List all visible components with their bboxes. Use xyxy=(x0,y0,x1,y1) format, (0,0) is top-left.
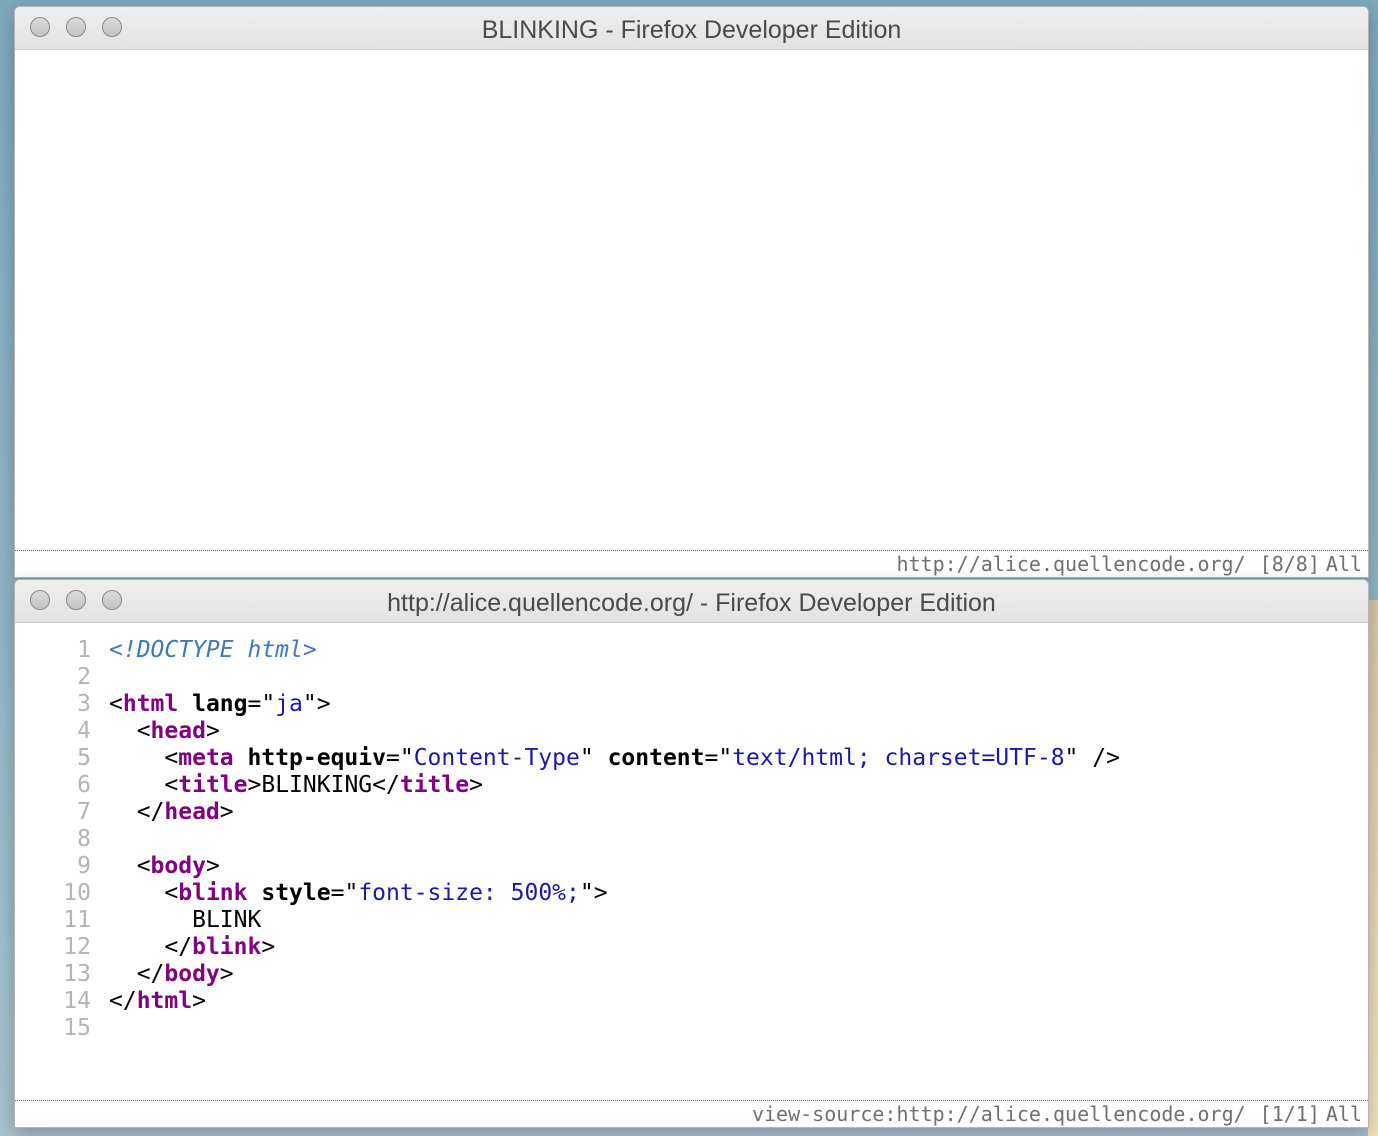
status-scroll: All xyxy=(1325,552,1362,576)
tag-name: meta xyxy=(178,745,234,771)
source-line: 10 <blink style="font-size: 500%;"> xyxy=(15,880,1120,907)
status-scroll: All xyxy=(1325,1102,1362,1126)
tag-name: head xyxy=(164,799,220,825)
attr-value: font-size: 500%; xyxy=(358,880,580,906)
tag-name: body xyxy=(164,961,220,987)
window-title: http://alice.quellencode.org/ - Firefox … xyxy=(387,589,996,617)
source-line: 11 BLINK xyxy=(15,907,1120,934)
title-bar[interactable]: http://alice.quellencode.org/ - Firefox … xyxy=(15,580,1368,623)
browser-window-page[interactable]: BLINKING - Firefox Developer Edition htt… xyxy=(14,6,1369,578)
source-line: 3 <html lang="ja"> xyxy=(15,691,1120,718)
browser-window-source[interactable]: http://alice.quellencode.org/ - Firefox … xyxy=(14,579,1369,1128)
line-number: 9 xyxy=(77,853,91,879)
tag-name: blink xyxy=(192,934,262,960)
line-number: 3 xyxy=(77,691,91,717)
source-line: 12 </blink> xyxy=(15,934,1120,961)
source-line: 6 <title>BLINKING</title> xyxy=(15,772,1120,799)
source-line: 9 <body> xyxy=(15,853,1120,880)
status-url: http://alice.quellencode.org/ xyxy=(896,552,1246,576)
attr-value: text/html; charset=UTF-8 xyxy=(732,745,1065,771)
attr-name: http-equiv xyxy=(247,745,386,771)
status-url: view-source:http://alice.quellencode.org… xyxy=(751,1102,1246,1126)
text-node: BLINKING xyxy=(261,772,373,798)
attr-value: ja xyxy=(275,691,303,717)
window-title: BLINKING - Firefox Developer Edition xyxy=(481,16,902,44)
status-position: [1/1] xyxy=(1259,1102,1320,1126)
tag-name: html xyxy=(136,988,193,1014)
status-line: view-source:http://alice.quellencode.org… xyxy=(15,1100,1368,1127)
source-line: 2 xyxy=(15,664,1120,691)
line-number: 10 xyxy=(63,880,91,906)
source-view[interactable]: 1 <!DOCTYPE html> 2 3 <html lang="ja"> 4 <… xyxy=(15,637,1120,1042)
tag-name: title xyxy=(178,772,248,798)
line-number: 12 xyxy=(63,934,91,960)
line-number: 2 xyxy=(77,664,91,690)
source-line: 8 xyxy=(15,826,1120,853)
attr-value: Content-Type xyxy=(413,745,580,771)
background-desktop-edge xyxy=(1368,600,1378,1136)
status-position: [8/8] xyxy=(1259,552,1320,576)
line-number: 13 xyxy=(63,961,91,987)
line-number: 11 xyxy=(63,907,91,933)
text-node: BLINK xyxy=(192,907,262,933)
attr-name: content xyxy=(607,745,705,771)
line-number: 15 xyxy=(63,1015,91,1041)
tag-name: blink xyxy=(178,880,248,906)
source-line: 1 <!DOCTYPE html> xyxy=(15,637,1120,664)
tag-name: head xyxy=(150,718,206,744)
title-bar[interactable]: BLINKING - Firefox Developer Edition xyxy=(15,7,1368,50)
source-line: 7 </head> xyxy=(15,799,1120,826)
source-line: 14 </html> xyxy=(15,988,1120,1015)
source-line: 15 xyxy=(15,1015,1120,1042)
line-number: 14 xyxy=(63,988,91,1014)
line-number: 5 xyxy=(77,745,91,771)
tag-name: html xyxy=(122,691,179,717)
attr-name: lang xyxy=(192,691,248,717)
tag-name: body xyxy=(150,853,206,879)
line-number: 8 xyxy=(77,826,91,852)
source-line: 13 </body> xyxy=(15,961,1120,988)
line-number: 7 xyxy=(77,799,91,825)
line-number: 1 xyxy=(77,637,91,663)
line-number: 4 xyxy=(77,718,91,744)
line-number: 6 xyxy=(77,772,91,798)
source-line: 4 <head> xyxy=(15,718,1120,745)
tag-name: title xyxy=(399,772,470,798)
status-line: http://alice.quellencode.org/ [8/8] All xyxy=(15,550,1368,577)
doctype: <!DOCTYPE html> xyxy=(109,637,317,663)
page-viewport[interactable] xyxy=(15,50,1368,550)
attr-name: style xyxy=(261,880,331,906)
source-line: 5 <meta http-equiv="Content-Type" conten… xyxy=(15,745,1120,772)
